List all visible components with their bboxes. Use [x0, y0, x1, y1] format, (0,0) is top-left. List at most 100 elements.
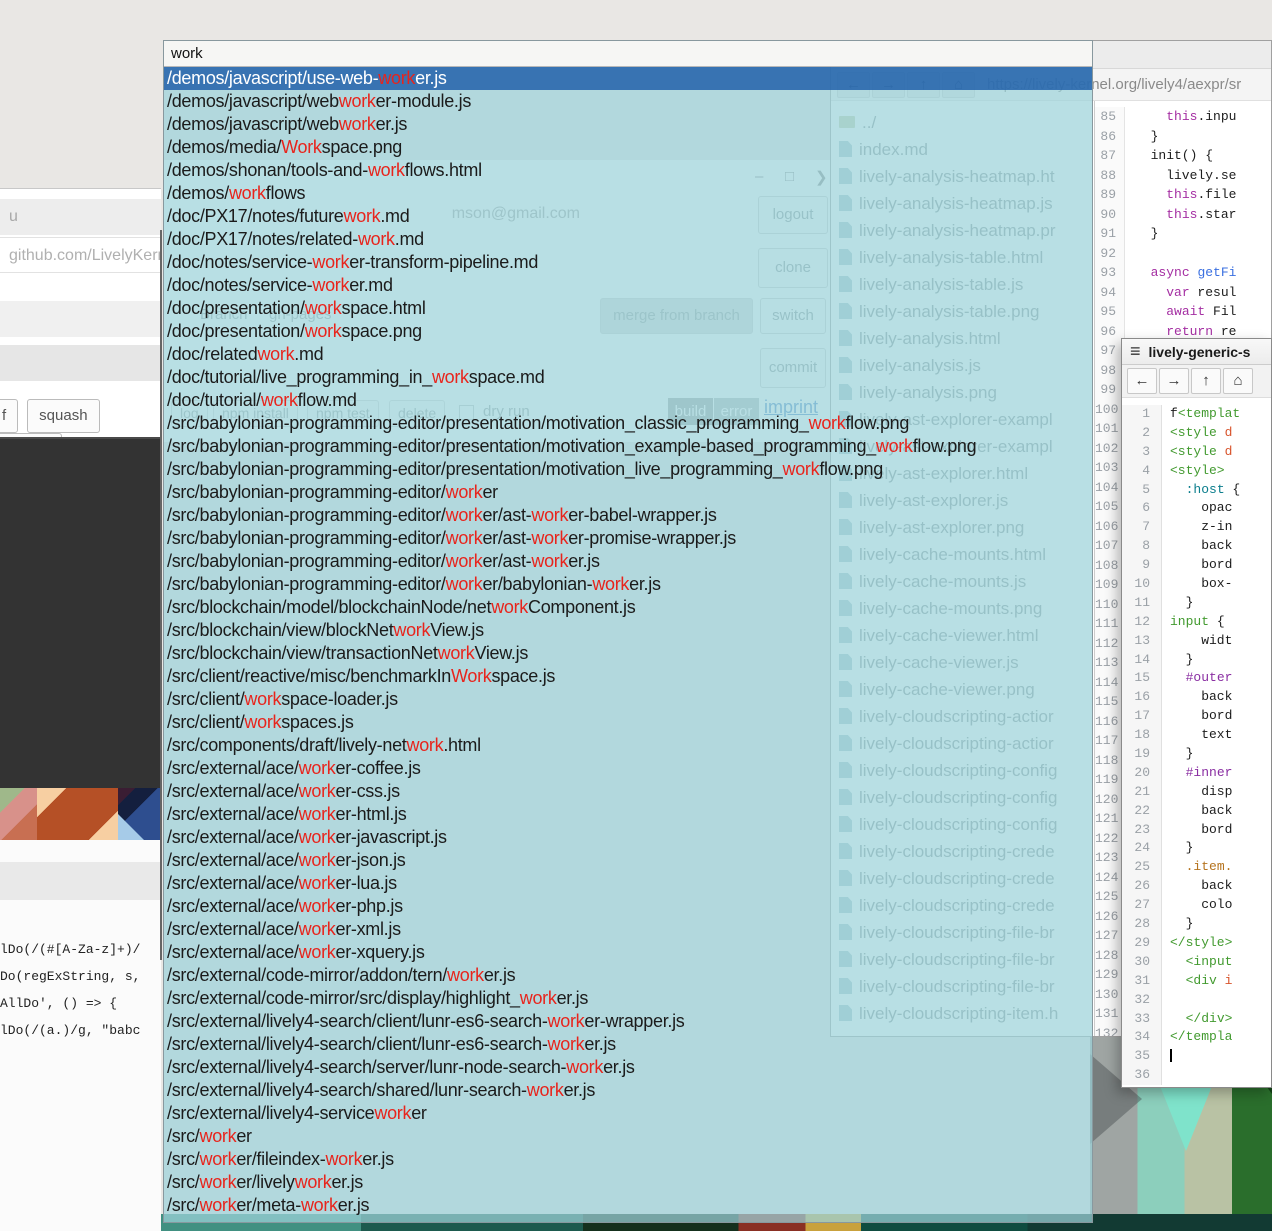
code-line[interactable]: 27 colo — [1122, 895, 1271, 914]
code-line[interactable]: 95 await Fil — [1095, 301, 1271, 321]
repo-url-field[interactable]: github.com/LivelyKern — [0, 237, 161, 273]
code-line[interactable]: 87 init() { — [1095, 145, 1271, 165]
search-result-item[interactable]: /src/external/ace/worker-lua.js — [164, 872, 1092, 895]
code-line[interactable]: 29</style> — [1122, 933, 1271, 952]
search-result-item[interactable]: /src/client/reactive/misc/benchmarkInWor… — [164, 665, 1092, 688]
search-result-item[interactable]: /doc/presentation/workspace.png — [164, 320, 1092, 343]
editor-window-titlebar[interactable]: ≡lively-generic-s — [1122, 339, 1271, 365]
search-result-item[interactable]: /src/babylonian-programming-editor/worke… — [164, 527, 1092, 550]
code-line[interactable]: 15 #outer — [1122, 668, 1271, 687]
code-line[interactable]: 16 back — [1122, 687, 1271, 706]
code-line[interactable]: 86 } — [1095, 126, 1271, 146]
code-line[interactable]: 14 } — [1122, 650, 1271, 669]
back-icon[interactable]: ← — [1127, 368, 1157, 394]
code-line[interactable]: 90 this.star — [1095, 204, 1271, 224]
code-line[interactable]: 26 back — [1122, 876, 1271, 895]
search-result-item[interactable]: /src/worker/meta-worker.js — [164, 1194, 1092, 1217]
search-result-item[interactable]: /doc/notes/service-worker.md — [164, 274, 1092, 297]
search-result-item[interactable]: /demos/javascript/webworker.js — [164, 113, 1092, 136]
code-line[interactable]: 89 this.file — [1095, 184, 1271, 204]
code-line[interactable]: 5 :host { — [1122, 480, 1271, 499]
search-result-item[interactable]: /src/worker/fileindex-worker.js — [164, 1148, 1092, 1171]
code-line[interactable]: 36 — [1122, 1065, 1271, 1084]
code-line[interactable]: 19 } — [1122, 744, 1271, 763]
search-result-item[interactable]: /src/external/code-mirror/src/display/hi… — [164, 987, 1092, 1010]
diff-button[interactable]: f — [0, 399, 18, 433]
search-result-item[interactable]: /src/babylonian-programming-editor/worke… — [164, 573, 1092, 596]
forward-icon[interactable]: → — [1159, 368, 1189, 394]
menu-icon[interactable]: ≡ — [1122, 341, 1149, 361]
code-line[interactable]: 7 z-in — [1122, 517, 1271, 536]
search-result-item[interactable]: /src/external/ace/worker-xml.js — [164, 918, 1092, 941]
search-result-item[interactable]: /doc/PX17/notes/futurework.md — [164, 205, 1092, 228]
search-result-item[interactable]: /src/babylonian-programming-editor/worke… — [164, 504, 1092, 527]
search-result-item[interactable]: /src/components/draft/lively-network.htm… — [164, 734, 1092, 757]
search-result-item[interactable]: /src/worker/livelyworker.js — [164, 1171, 1092, 1194]
empty-field-2[interactable] — [0, 345, 161, 381]
empty-field-1[interactable] — [0, 301, 161, 337]
username-field[interactable]: u — [0, 199, 161, 235]
search-result-item[interactable]: /src/babylonian-programming-editor/worke… — [164, 481, 1092, 504]
code-line[interactable]: 28 } — [1122, 914, 1271, 933]
search-result-item[interactable]: /src/external/ace/worker-javascript.js — [164, 826, 1092, 849]
search-result-item[interactable]: /doc/relatedwork.md — [164, 343, 1092, 366]
search-result-item[interactable]: /src/external/lively4-search/client/lunr… — [164, 1010, 1092, 1033]
code-line[interactable]: 35 — [1122, 1046, 1271, 1065]
search-result-item[interactable]: /src/external/lively4-search/server/lunr… — [164, 1056, 1092, 1079]
search-result-item[interactable]: /src/external/code-mirror/addon/tern/wor… — [164, 964, 1092, 987]
editor-code-lines[interactable]: 1f<templat2<style d3<style d4<style>5 :h… — [1122, 398, 1271, 1084]
search-result-item[interactable]: /src/worker — [164, 1125, 1092, 1148]
search-result-item[interactable]: /src/client/workspace-loader.js — [164, 688, 1092, 711]
search-result-item[interactable]: /src/babylonian-programming-editor/worke… — [164, 550, 1092, 573]
code-line[interactable]: 11 } — [1122, 593, 1271, 612]
search-result-item[interactable]: /src/babylonian-programming-editor/prese… — [164, 412, 1092, 435]
code-line[interactable]: 32 — [1122, 990, 1271, 1009]
squash-button[interactable]: squash — [27, 399, 99, 433]
search-result-item[interactable]: /demos/shonan/tools-and-workflows.html — [164, 159, 1092, 182]
search-result-item[interactable]: /src/blockchain/view/transactionNetworkV… — [164, 642, 1092, 665]
home-icon[interactable]: ⌂ — [1223, 368, 1253, 394]
code-line[interactable]: 88 lively.se — [1095, 165, 1271, 185]
search-result-item[interactable]: /src/babylonian-programming-editor/prese… — [164, 458, 1092, 481]
code-line[interactable]: 18 text — [1122, 725, 1271, 744]
code-line[interactable]: 21 disp — [1122, 782, 1271, 801]
search-result-item[interactable]: /src/external/ace/worker-php.js — [164, 895, 1092, 918]
search-result-item[interactable]: /src/external/lively4-search/client/lunr… — [164, 1033, 1092, 1056]
code-line[interactable]: 92 — [1095, 243, 1271, 263]
code-line[interactable]: 3<style d — [1122, 442, 1271, 461]
code-line[interactable]: 85 this.inpu — [1095, 106, 1271, 126]
code-line[interactable]: 34</templa — [1122, 1027, 1271, 1046]
up-icon[interactable]: ↑ — [1191, 368, 1221, 394]
code-line[interactable]: 91 } — [1095, 223, 1271, 243]
search-result-item[interactable]: /src/external/ace/worker-coffee.js — [164, 757, 1092, 780]
search-result-item[interactable]: /src/external/ace/worker-xquery.js — [164, 941, 1092, 964]
code-line[interactable]: 24 } — [1122, 838, 1271, 857]
code-line[interactable]: 30 <input — [1122, 952, 1271, 971]
code-line[interactable]: 10 box- — [1122, 574, 1271, 593]
search-result-item[interactable]: /demos/media/Workspace.png — [164, 136, 1092, 159]
search-result-item[interactable]: /demos/javascript/use-web-worker.js — [164, 67, 1092, 90]
search-result-item[interactable]: /demos/workflows — [164, 182, 1092, 205]
search-result-item[interactable]: /src/external/ace/worker-html.js — [164, 803, 1092, 826]
search-result-item[interactable]: /src/external/ace/worker-json.js — [164, 849, 1092, 872]
code-line[interactable]: 8 back — [1122, 536, 1271, 555]
search-result-item[interactable]: /doc/notes/service-worker-transform-pipe… — [164, 251, 1092, 274]
search-input[interactable] — [164, 41, 1092, 66]
search-result-item[interactable]: /src/external/lively4-serviceworker — [164, 1102, 1092, 1125]
search-result-item[interactable]: /demos/javascript/webworker-module.js — [164, 90, 1092, 113]
code-line[interactable]: 33 </div> — [1122, 1009, 1271, 1028]
code-line[interactable]: 9 bord — [1122, 555, 1271, 574]
code-line[interactable]: 23 bord — [1122, 820, 1271, 839]
search-result-item[interactable]: /src/blockchain/model/blockchainNode/net… — [164, 596, 1092, 619]
search-result-item[interactable]: /src/blockchain/view/blockNetworkView.js — [164, 619, 1092, 642]
code-line[interactable]: 17 bord — [1122, 706, 1271, 725]
search-result-item[interactable]: /src/client/workspaces.js — [164, 711, 1092, 734]
code-line[interactable]: 4<style> — [1122, 461, 1271, 480]
search-result-item[interactable]: /doc/tutorial/workflow.md — [164, 389, 1092, 412]
code-line[interactable]: 1f<templat — [1122, 404, 1271, 423]
code-line[interactable]: 12input { — [1122, 612, 1271, 631]
search-result-item[interactable]: /src/external/lively4-search/shared/lunr… — [164, 1079, 1092, 1102]
code-line[interactable]: 6 opac — [1122, 498, 1271, 517]
code-line[interactable]: 20 #inner — [1122, 763, 1271, 782]
code-line[interactable]: 13 widt — [1122, 631, 1271, 650]
